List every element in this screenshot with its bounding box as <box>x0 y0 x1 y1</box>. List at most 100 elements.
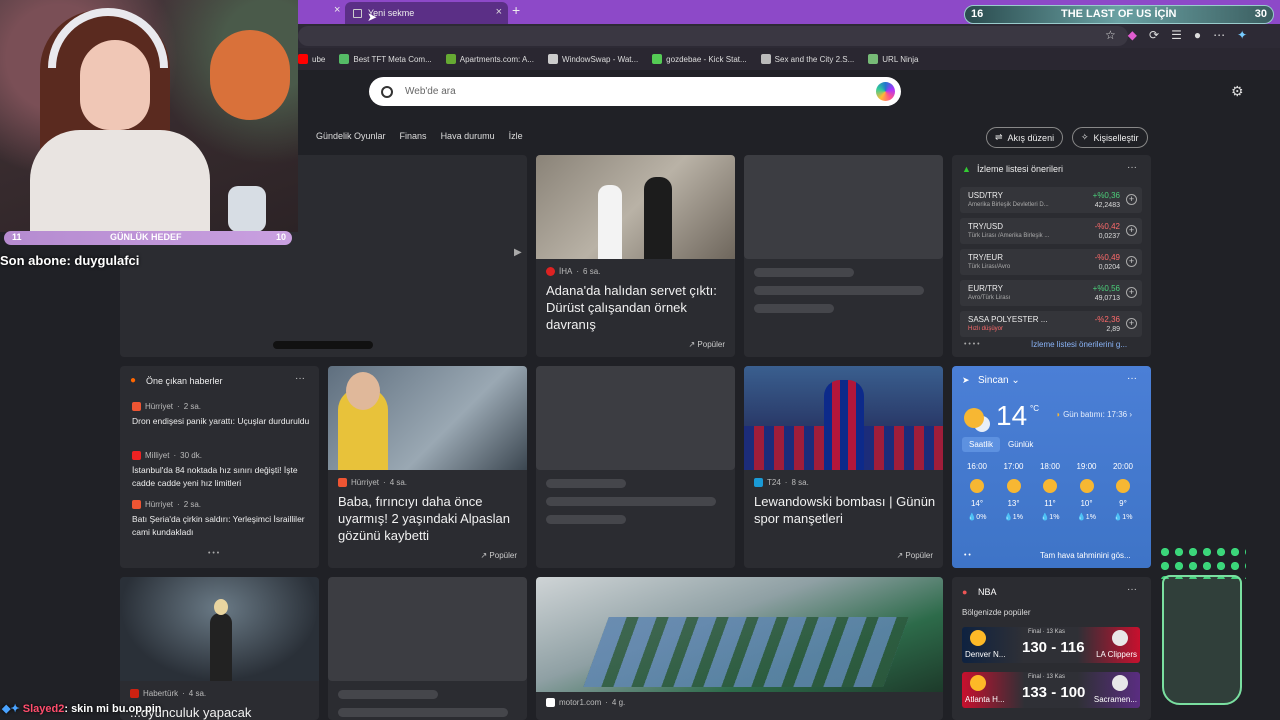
add-to-watchlist-icon[interactable]: + <box>1126 256 1137 267</box>
subscriber-goal-bar: 16 THE LAST OF US İÇİN 30 <box>964 5 1274 24</box>
news-age: 4 g. <box>611 698 626 707</box>
news-card-concert[interactable]: Habertürk · 4 sa. ...oyunculuk yapacak <box>120 577 319 720</box>
weather-location[interactable]: Sincan ⌄ <box>978 375 1020 386</box>
tab-casual-games[interactable]: Gündelik Oyunlar <box>316 131 386 141</box>
home-team: Denver N... <box>965 650 1006 659</box>
tab-watch[interactable]: İzle <box>509 131 523 141</box>
ticker-price: 49,0713 <box>1094 295 1120 302</box>
highlight-item[interactable]: Milliyet · 30 dk. İstanbul'da 84 noktada… <box>132 451 312 490</box>
extension-icon[interactable]: ◆ <box>1128 28 1137 42</box>
bookmark-item[interactable]: Apartments.com: A... <box>445 54 534 64</box>
watchlist-see-more-link[interactable]: İzleme listesi önerilerini g... <box>1031 340 1127 349</box>
watchlist-row[interactable]: EUR/TRY Avro/Türk Lirası +%0,56 49,0713 + <box>960 280 1142 306</box>
hour-temp: 10° <box>1080 499 1093 508</box>
close-tab-icon[interactable]: × <box>496 6 502 18</box>
favorites-icon[interactable]: ☰ <box>1171 28 1182 42</box>
highlight-item[interactable]: Hürriyet · 2 sa. Dron endişesi panik yar… <box>132 402 312 428</box>
watchlist-row[interactable]: USD/TRY Amerika Birleşik Devletleri D... +… <box>960 187 1142 213</box>
feed-layout-button[interactable]: ⇌ Akış düzeni <box>986 127 1064 148</box>
watchlist-title: İzleme listesi önerileri <box>977 164 1064 174</box>
sweater <box>30 130 210 232</box>
apartments-icon <box>445 54 456 64</box>
refresh-icon[interactable]: ⟳ <box>1149 28 1159 42</box>
bookmark-label: Best TFT Meta Com... <box>353 54 432 64</box>
favorite-star-icon[interactable]: ☆ <box>1105 28 1116 42</box>
hourly-forecast: 16:00 14° 💧0% <box>960 462 994 521</box>
news-headline[interactable]: Baba, fırıncıyı daha önce uyarmış! 2 yaş… <box>338 493 520 544</box>
news-age: 4 sa. <box>389 478 408 487</box>
menu-dots-icon[interactable]: ⋯ <box>1213 28 1225 42</box>
personalize-button[interactable]: ✧ Kişiselleştir <box>1072 127 1148 148</box>
current-temp: 14 <box>996 400 1028 431</box>
search-input[interactable]: Web'de ara <box>405 86 456 97</box>
sunset-info: ◗ Gün batımı: 17:36 › <box>1056 410 1133 419</box>
more-options-icon[interactable]: ··· <box>1127 162 1137 173</box>
last-subscriber: Son abone: duygulafci <box>0 253 140 268</box>
full-forecast-link[interactable]: Tam hava tahminini gös... <box>1040 551 1131 560</box>
haberturk-logo-icon <box>130 689 139 698</box>
watchlist-row[interactable]: SASA POLYESTER ... Hızlı düşüyor -%2,36 2,8… <box>960 311 1142 337</box>
hourly-forecast: 18:00 11° 💧1% <box>1033 462 1067 521</box>
news-source: İHA <box>559 267 573 276</box>
add-to-watchlist-icon[interactable]: + <box>1126 194 1137 205</box>
ticker-symbol: SASA POLYESTER ... <box>968 315 1048 324</box>
tab-finance[interactable]: Finans <box>400 131 427 141</box>
gear-icon[interactable]: ⚙ <box>1231 83 1244 100</box>
tab-weather[interactable]: Hava durumu <box>441 131 495 141</box>
hourly-forecast: 17:00 13° 💧1% <box>997 462 1031 521</box>
more-options-icon[interactable]: ··· <box>1127 373 1137 384</box>
news-headline[interactable]: Adana'da halıdan servet çıktı: Dürüst ça… <box>546 282 728 333</box>
chat-badge-icon: ◆✦ <box>2 703 20 715</box>
add-to-watchlist-icon[interactable]: + <box>1126 225 1137 236</box>
add-to-watchlist-icon[interactable]: + <box>1126 318 1137 329</box>
web-search-box[interactable]: Web'de ara <box>369 77 901 106</box>
profile-avatar-icon[interactable]: ● <box>1194 28 1201 42</box>
copilot-icon[interactable] <box>876 82 895 101</box>
bookmark-item[interactable]: WindowSwap - Wat... <box>548 54 638 64</box>
plush-toy <box>210 30 290 120</box>
add-to-watchlist-icon[interactable]: + <box>1126 287 1137 298</box>
close-tab-icon[interactable]: × <box>334 4 340 16</box>
weather-card[interactable]: ➤ Sincan ⌄ ··· 14 °C ◗ Gün batımı: 17:36… <box>952 366 1151 568</box>
globe-icon <box>760 54 771 64</box>
search-icon <box>381 85 393 98</box>
highlight-item[interactable]: Hürriyet · 2 sa. Batı Şeria'da çirkin sa… <box>132 500 312 539</box>
bookmark-item[interactable]: URL Ninja <box>868 54 918 64</box>
bookmark-item[interactable]: ube <box>298 54 325 64</box>
motor1-logo-icon <box>546 698 555 707</box>
address-bar[interactable] <box>298 26 1128 46</box>
nba-game-row[interactable]: Denver N... Final · 13 Kas 130 - 116 LA Cli… <box>962 627 1140 663</box>
watchlist-row[interactable]: TRY/USD Türk Lirası /Amerika Birleşik ...… <box>960 218 1142 244</box>
new-tab-button[interactable]: + <box>512 2 520 18</box>
news-age: 30 dk. <box>180 451 202 460</box>
more-options-icon[interactable]: ··· <box>295 373 305 384</box>
hour-time: 16:00 <box>966 462 988 471</box>
raindrop-icon: 💧 <box>1004 514 1013 521</box>
news-image <box>536 577 943 692</box>
ticker-name: Amerika Birleşik Devletleri D... <box>968 202 1049 208</box>
watchlist-row[interactable]: TRY/EUR Türk Lirası/Avro -%0,49 0,0204 + <box>960 249 1142 275</box>
hour-temp: 9° <box>1119 499 1127 508</box>
hour-temp: 11° <box>1044 499 1056 508</box>
news-card-top-story[interactable]: İHA · 6 sa. Adana'da halıdan servet çıkt… <box>536 155 735 357</box>
bookmark-item[interactable]: gozdebae - Kick Stat... <box>652 54 747 64</box>
copilot-icon[interactable]: ✦ <box>1237 28 1247 42</box>
news-card-baby-story[interactable]: Hürriyet · 4 sa. Baba, fırıncıyı daha ön… <box>328 366 527 568</box>
tab-hourly[interactable]: Saatlik <box>962 437 1001 452</box>
nba-game-row[interactable]: Atlanta H... Final · 13 Kas 133 - 100 Sacra… <box>962 672 1140 708</box>
more-options-icon[interactable]: ··· <box>1127 584 1137 595</box>
ticker-name: Türk Lirası /Amerika Birleşik ... <box>968 233 1050 239</box>
news-card-sport-story[interactable]: T24 · 8 sa. Lewandowski bombası | Günün … <box>744 366 943 568</box>
news-card-motor[interactable]: motor1.com · 4 g. <box>536 577 943 720</box>
away-team: LA Clippers <box>1096 650 1137 659</box>
tab-daily[interactable]: Günlük <box>1008 440 1033 449</box>
bookmark-label: ube <box>312 54 326 64</box>
mouse-cursor-icon: ➤ <box>367 10 378 24</box>
bookmark-item[interactable]: Best TFT Meta Com... <box>339 54 432 64</box>
news-age: 4 sa. <box>188 689 207 698</box>
bookmark-item[interactable]: Sex and the City 2.S... <box>760 54 854 64</box>
partly-cloudy-icon <box>1043 479 1057 493</box>
carousel-next-icon[interactable]: ▶ <box>514 247 522 258</box>
news-headline[interactable]: Lewandowski bombası | Günün spor manşetl… <box>754 493 936 527</box>
sub-goal-target: 30 <box>1254 8 1267 20</box>
